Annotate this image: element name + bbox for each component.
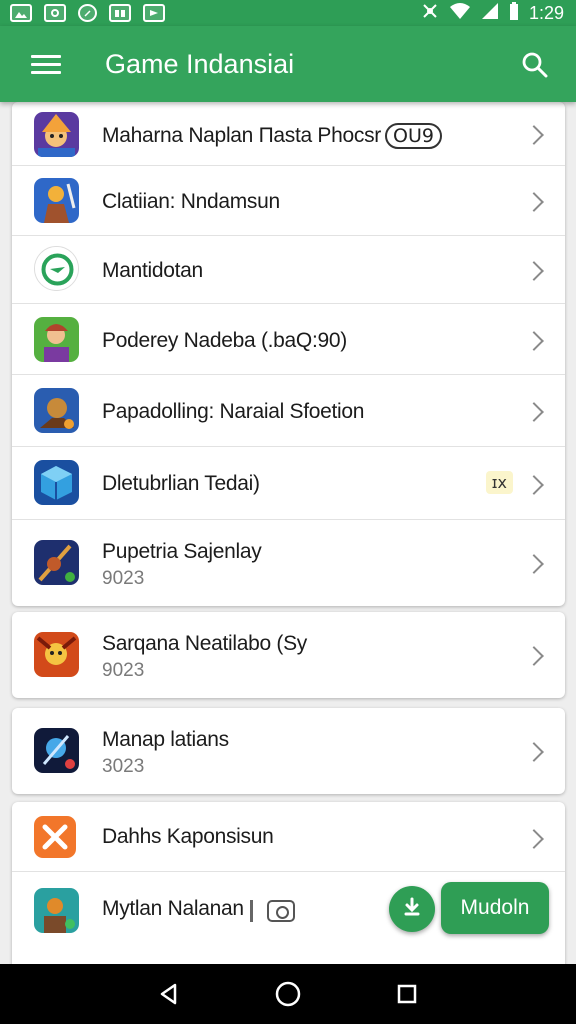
adventure-game-icon <box>34 888 79 933</box>
cube-icon <box>34 460 79 505</box>
chevron-right-icon <box>524 742 544 762</box>
warrior-game-icon <box>34 178 79 223</box>
chevron-right-icon <box>524 261 544 281</box>
list-item-title: Papadolling: Naraial Sfoetion <box>102 400 365 423</box>
hero-game-icon <box>34 317 79 362</box>
status-time: 1:29 <box>528 2 564 23</box>
list-item[interactable]: Manap latians 3023 <box>12 708 565 794</box>
knight-game-icon <box>34 388 79 433</box>
list-item-title: Mytlan Nalanan <box>102 897 244 920</box>
list-item-subtitle: 3023 <box>102 756 145 777</box>
list-item[interactable]: Papadolling: Naraial Sfoetion <box>12 375 565 447</box>
whatsapp-icon <box>78 4 97 22</box>
list-item-subtitle: 9023 <box>102 660 145 681</box>
list-item-title: Dahhs Kaponsisun <box>102 825 274 848</box>
list-card: Maharna Naplan Пasta Phocsr OU9 Clatiian:… <box>12 102 565 606</box>
list-item[interactable]: Mantidotan <box>12 236 565 304</box>
list-item[interactable]: Pupetria Sajenlay 9023 <box>12 520 565 606</box>
list-item-title: Dletubrlian Tedai) <box>102 472 260 495</box>
chevron-right-icon <box>524 192 544 212</box>
primary-action-button[interactable]: Mudoln <box>441 882 549 934</box>
chevron-right-icon <box>524 475 544 495</box>
list-item-text: Clatiian: Nndamsun <box>102 190 505 214</box>
spear-game-icon <box>34 540 79 585</box>
list-item-text: Dletubrlian Tedai) <box>102 472 505 496</box>
list-item-text: Sarqana Neatilabo (Sy 9023 <box>102 632 505 682</box>
chevron-right-icon <box>524 646 544 666</box>
list-item-title: Sarqana Neatilabo (Sy <box>102 632 307 655</box>
list-item-text: Maharna Naplan Пasta Phocsr OU9 <box>102 123 505 149</box>
status-system: 1:29 <box>421 1 564 25</box>
system-nav-bar <box>0 964 576 1024</box>
mute-icon <box>421 2 439 25</box>
wifi-icon <box>449 2 471 25</box>
notification-icon <box>143 4 165 22</box>
camera-icon[interactable] <box>266 899 295 922</box>
list-item[interactable]: Dletubrlian Tedai) ɪx <box>12 447 565 520</box>
compass-icon <box>34 246 79 291</box>
chevron-right-icon <box>524 554 544 574</box>
list-item-text: Pupetria Sajenlay 9023 <box>102 540 505 590</box>
list-item[interactable]: Dahhs Kaponsisun <box>12 802 565 872</box>
dragon-game-icon <box>34 632 79 677</box>
magic-orb-icon <box>34 728 79 773</box>
list-card: Manap latians 3023 <box>12 708 565 794</box>
list-item-title: Pupetria Sajenlay <box>102 540 262 563</box>
list-item[interactable]: Sarqana Neatilabo (Sy 9023 <box>12 612 565 698</box>
list-item-title: Clatiian: Nndamsun <box>102 190 280 213</box>
list-item-text: Manap latians 3023 <box>102 728 505 778</box>
chevron-right-icon <box>524 125 544 145</box>
list-item-badge: ɪx <box>485 471 513 494</box>
recents-icon[interactable] <box>387 974 427 1014</box>
back-icon[interactable] <box>149 974 189 1014</box>
photo-icon <box>44 4 66 22</box>
list-item[interactable]: Clatiian: Nndamsun <box>12 166 565 236</box>
download-icon <box>401 896 423 922</box>
page-title: Game Indansiai <box>105 48 295 79</box>
list-item-text: Mytlan Nalanan <box>102 897 435 922</box>
list-item-title: Maharna Naplan Пasta Phocsr <box>102 124 381 147</box>
list-item-text: Papadolling: Naraial Sfoetion <box>102 400 505 424</box>
list-item[interactable]: Maharna Naplan Пasta Phocsr OU9 <box>12 102 565 166</box>
list-item-text: Dahhs Kaponsisun <box>102 825 505 849</box>
list-item-title: Manap latians <box>102 728 229 751</box>
status-bar: 1:29 <box>0 0 576 26</box>
list-item-tag: OU9 <box>384 123 442 149</box>
download-button[interactable] <box>389 886 435 932</box>
list-item-title: Poderey Nadeba (.baQ:90) <box>102 329 347 352</box>
list-item[interactable]: Poderey Nadeba (.baQ:90) <box>12 304 565 375</box>
list-item-subtitle: 9023 <box>102 568 145 589</box>
list-item-text: Poderey Nadeba (.baQ:90) <box>102 329 505 353</box>
list-card: Sarqana Neatilabo (Sy 9023 <box>12 612 565 698</box>
divider <box>249 899 253 922</box>
signal-icon <box>481 2 499 25</box>
list-item-title: Mantidotan <box>102 259 203 282</box>
list-item-text: Mantidotan <box>102 259 505 283</box>
chevron-right-icon <box>524 331 544 351</box>
app-bar: Game Indansiai <box>0 26 576 102</box>
chevron-right-icon <box>524 829 544 849</box>
chevron-right-icon <box>524 402 544 422</box>
crossed-tools-icon <box>34 816 76 858</box>
gallery-icon <box>109 4 131 22</box>
hamburger-menu-icon[interactable] <box>31 50 61 79</box>
image-icon <box>10 4 32 22</box>
search-icon[interactable] <box>510 40 558 88</box>
battery-icon <box>509 1 519 25</box>
status-notifications <box>10 4 165 22</box>
wizard-game-icon <box>34 112 79 157</box>
home-icon[interactable] <box>268 974 308 1014</box>
